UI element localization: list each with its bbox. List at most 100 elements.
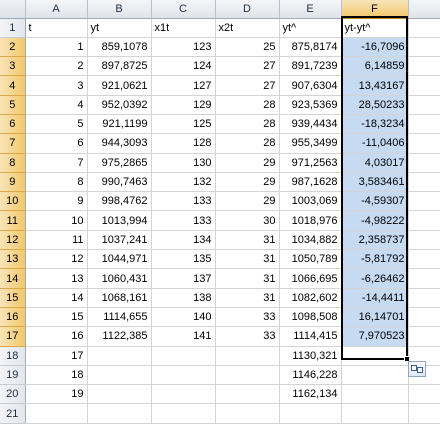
cell-g[interactable] bbox=[408, 37, 440, 58]
cell-c[interactable]: 132 bbox=[151, 172, 216, 193]
cell-d[interactable]: 33 bbox=[215, 307, 280, 328]
cell-c[interactable] bbox=[151, 384, 216, 405]
column-header-c[interactable]: C bbox=[151, 0, 216, 19]
cell-c[interactable]: 123 bbox=[151, 37, 216, 58]
cell-b[interactable]: 1044,971 bbox=[87, 249, 152, 270]
cell-e[interactable]: 971,2563 bbox=[279, 153, 342, 173]
cell-f[interactable]: -5,81792 bbox=[341, 249, 409, 270]
cell-b[interactable]: 1037,241 bbox=[87, 230, 152, 251]
cell-f[interactable]: -18,3234 bbox=[341, 114, 409, 135]
cell-b[interactable]: 952,0392 bbox=[87, 95, 152, 115]
cell-d[interactable]: 29 bbox=[215, 153, 280, 173]
cell-c[interactable]: 133 bbox=[151, 210, 216, 231]
column-header-d[interactable]: D bbox=[215, 0, 280, 19]
column-header-g[interactable] bbox=[408, 0, 440, 19]
cell-e[interactable]: 923,5369 bbox=[279, 95, 342, 115]
cell-e[interactable]: 1082,602 bbox=[279, 288, 342, 308]
row-header[interactable]: 13 bbox=[0, 249, 26, 270]
cell-f[interactable]: 16,14701 bbox=[341, 307, 409, 328]
cell-g[interactable] bbox=[408, 153, 440, 173]
row-header[interactable]: 6 bbox=[0, 114, 26, 135]
row-header[interactable]: 3 bbox=[0, 56, 26, 77]
row-header[interactable]: 2 bbox=[0, 37, 26, 58]
select-all-corner[interactable] bbox=[0, 0, 26, 19]
cell-a[interactable]: 6 bbox=[25, 133, 88, 154]
row-header[interactable]: 17 bbox=[0, 326, 26, 347]
cell-b[interactable] bbox=[87, 403, 152, 424]
cell-a[interactable]: 19 bbox=[25, 384, 88, 405]
cell-d[interactable]: 25 bbox=[215, 37, 280, 58]
cell-c[interactable]: 125 bbox=[151, 114, 216, 135]
cell-e[interactable]: 1098,508 bbox=[279, 307, 342, 328]
cell-a[interactable]: 7 bbox=[25, 153, 88, 173]
cell-g[interactable] bbox=[408, 326, 440, 347]
cell-f[interactable]: -4,98222 bbox=[341, 210, 409, 231]
cell-c[interactable]: 133 bbox=[151, 191, 216, 212]
cell-g[interactable] bbox=[408, 288, 440, 308]
row-header[interactable]: 14 bbox=[0, 268, 26, 289]
cell-f[interactable]: 28,50233 bbox=[341, 95, 409, 115]
cell-a[interactable]: 3 bbox=[25, 75, 88, 96]
cell-d[interactable]: 31 bbox=[215, 268, 280, 289]
cell-d[interactable] bbox=[215, 403, 280, 424]
cell-d[interactable]: 29 bbox=[215, 172, 280, 193]
cell-d[interactable]: 29 bbox=[215, 191, 280, 212]
cell-b[interactable] bbox=[87, 365, 152, 386]
cell-g[interactable] bbox=[408, 133, 440, 154]
cell-f[interactable]: -14,4411 bbox=[341, 288, 409, 308]
cell-a[interactable]: 16 bbox=[25, 326, 88, 347]
cell-d[interactable]: 28 bbox=[215, 95, 280, 115]
cell-e[interactable]: 955,3499 bbox=[279, 133, 342, 154]
column-header-e[interactable]: E bbox=[279, 0, 342, 19]
cell-b[interactable]: 990,7463 bbox=[87, 172, 152, 193]
cell-f[interactable]: 2,358737 bbox=[341, 230, 409, 251]
cell-e[interactable]: 987,1628 bbox=[279, 172, 342, 193]
cell-e[interactable]: yt^ bbox=[279, 18, 342, 38]
row-header[interactable]: 21 bbox=[0, 403, 26, 424]
cell-b[interactable]: 921,1199 bbox=[87, 114, 152, 135]
cell-c[interactable] bbox=[151, 346, 216, 366]
cell-a[interactable]: 8 bbox=[25, 172, 88, 193]
cell-f[interactable]: -11,0406 bbox=[341, 133, 409, 154]
cell-g[interactable] bbox=[408, 210, 440, 231]
cell-e[interactable]: 1114,415 bbox=[279, 326, 342, 347]
cell-b[interactable]: 921,0621 bbox=[87, 75, 152, 96]
cell-g[interactable] bbox=[408, 403, 440, 424]
cell-d[interactable] bbox=[215, 346, 280, 366]
cell-a[interactable]: 10 bbox=[25, 210, 88, 231]
row-header[interactable]: 20 bbox=[0, 384, 26, 405]
cell-d[interactable]: 28 bbox=[215, 133, 280, 154]
cell-e[interactable]: 1050,789 bbox=[279, 249, 342, 270]
cell-b[interactable]: 1122,385 bbox=[87, 326, 152, 347]
row-header[interactable]: 9 bbox=[0, 172, 26, 193]
cell-c[interactable] bbox=[151, 365, 216, 386]
cell-e[interactable]: 891,7239 bbox=[279, 56, 342, 77]
row-header[interactable]: 5 bbox=[0, 95, 26, 115]
cell-g[interactable] bbox=[408, 95, 440, 115]
cell-f[interactable]: -16,7096 bbox=[341, 37, 409, 58]
cell-a[interactable]: 1 bbox=[25, 37, 88, 58]
cell-f[interactable]: 7,970523 bbox=[341, 326, 409, 347]
column-header-f[interactable]: F bbox=[341, 0, 409, 19]
cell-c[interactable]: 134 bbox=[151, 230, 216, 251]
cell-f[interactable]: yt-yt^ bbox=[341, 18, 409, 38]
cell-c[interactable]: 130 bbox=[151, 153, 216, 173]
cell-a[interactable]: 5 bbox=[25, 114, 88, 135]
cell-f[interactable] bbox=[341, 346, 409, 366]
cell-g[interactable] bbox=[408, 114, 440, 135]
cell-f[interactable]: 6,14859 bbox=[341, 56, 409, 77]
cell-g[interactable] bbox=[408, 307, 440, 328]
row-header[interactable]: 11 bbox=[0, 210, 26, 231]
cell-c[interactable] bbox=[151, 403, 216, 424]
cell-g[interactable] bbox=[408, 268, 440, 289]
cell-b[interactable] bbox=[87, 346, 152, 366]
cell-e[interactable]: 907,6304 bbox=[279, 75, 342, 96]
cell-f[interactable] bbox=[341, 365, 409, 386]
cell-b[interactable]: 897,8725 bbox=[87, 56, 152, 77]
cell-e[interactable]: 1162,134 bbox=[279, 384, 342, 405]
cell-e[interactable]: 1018,976 bbox=[279, 210, 342, 231]
cell-c[interactable]: 127 bbox=[151, 75, 216, 96]
row-header[interactable]: 10 bbox=[0, 191, 26, 212]
column-header-b[interactable]: B bbox=[87, 0, 152, 19]
cell-b[interactable]: 859,1078 bbox=[87, 37, 152, 58]
